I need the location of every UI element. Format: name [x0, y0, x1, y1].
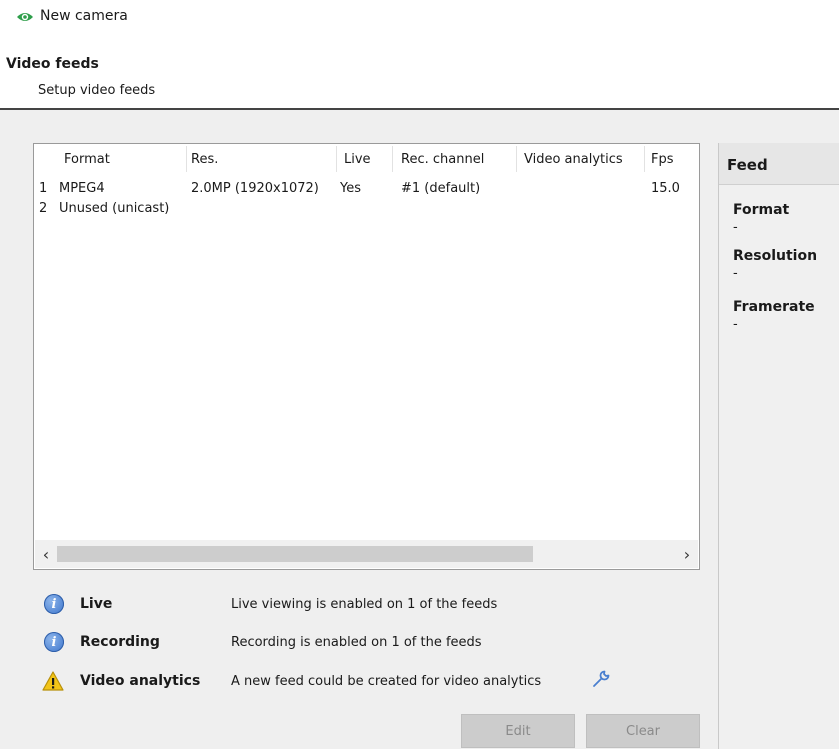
- warning-icon: [42, 671, 64, 691]
- recording-label: Recording: [80, 634, 160, 650]
- section-subtitle: Setup video feeds: [38, 83, 156, 98]
- clear-button[interactable]: Clear: [586, 714, 700, 748]
- table-row[interactable]: 2 Unused (unicast): [35, 197, 698, 217]
- column-header-fps[interactable]: Fps: [651, 152, 674, 167]
- column-divider[interactable]: [644, 146, 645, 172]
- live-status-text: Live viewing is enabled on 1 of the feed…: [231, 597, 498, 612]
- column-header-video-analytics[interactable]: Video analytics: [524, 152, 623, 167]
- feeds-table[interactable]: Format Res. Live Rec. channel Video anal…: [33, 143, 700, 570]
- wrench-icon[interactable]: [591, 669, 611, 689]
- format-value: -: [733, 220, 738, 235]
- framerate-label: Framerate: [733, 299, 815, 315]
- resolution-label: Resolution: [733, 248, 818, 264]
- cell-live: Yes: [340, 181, 361, 196]
- column-divider[interactable]: [392, 146, 393, 172]
- live-label: Live: [80, 596, 113, 612]
- framerate-value: -: [733, 317, 738, 332]
- column-header-res[interactable]: Res.: [191, 152, 218, 167]
- column-header-format[interactable]: Format: [64, 152, 110, 167]
- feed-panel-header: Feed: [719, 143, 839, 185]
- column-divider[interactable]: [336, 146, 337, 172]
- cell-fps: 15.0: [651, 181, 680, 196]
- recording-status-text: Recording is enabled on 1 of the feeds: [231, 635, 482, 650]
- column-header-live[interactable]: Live: [344, 152, 371, 167]
- feed-details-panel: Feed Format - Resolution - Framerate -: [718, 143, 839, 749]
- edit-button[interactable]: Edit: [461, 714, 575, 748]
- video-analytics-status-text: A new feed could be created for video an…: [231, 674, 542, 689]
- scroll-left-arrow-icon[interactable]: ‹: [35, 540, 57, 568]
- column-divider[interactable]: [516, 146, 517, 172]
- horizontal-scrollbar[interactable]: ‹ ›: [35, 540, 698, 568]
- feed-panel-title: Feed: [727, 156, 768, 174]
- resolution-value: -: [733, 266, 738, 281]
- column-divider[interactable]: [186, 146, 187, 172]
- table-row[interactable]: 1 MPEG4 2.0MP (1920x1072) Yes #1 (defaul…: [35, 177, 698, 197]
- info-icon: i: [44, 632, 64, 652]
- scroll-right-arrow-icon[interactable]: ›: [676, 540, 698, 568]
- format-label: Format: [733, 202, 790, 218]
- cell-format: MPEG4: [59, 181, 105, 196]
- row-number: 1: [39, 181, 48, 196]
- section-title: Video feeds: [6, 56, 99, 72]
- scrollbar-thumb[interactable]: [57, 546, 533, 562]
- cell-rec-channel: #1 (default): [401, 181, 481, 196]
- column-header-rec-channel[interactable]: Rec. channel: [401, 152, 484, 167]
- cell-res: 2.0MP (1920x1072): [191, 181, 319, 196]
- row-number: 2: [39, 201, 48, 216]
- video-analytics-label: Video analytics: [80, 673, 201, 689]
- info-icon: i: [44, 594, 64, 614]
- eye-icon: [17, 13, 33, 21]
- camera-title: New camera: [40, 8, 128, 24]
- cell-format: Unused (unicast): [59, 201, 170, 216]
